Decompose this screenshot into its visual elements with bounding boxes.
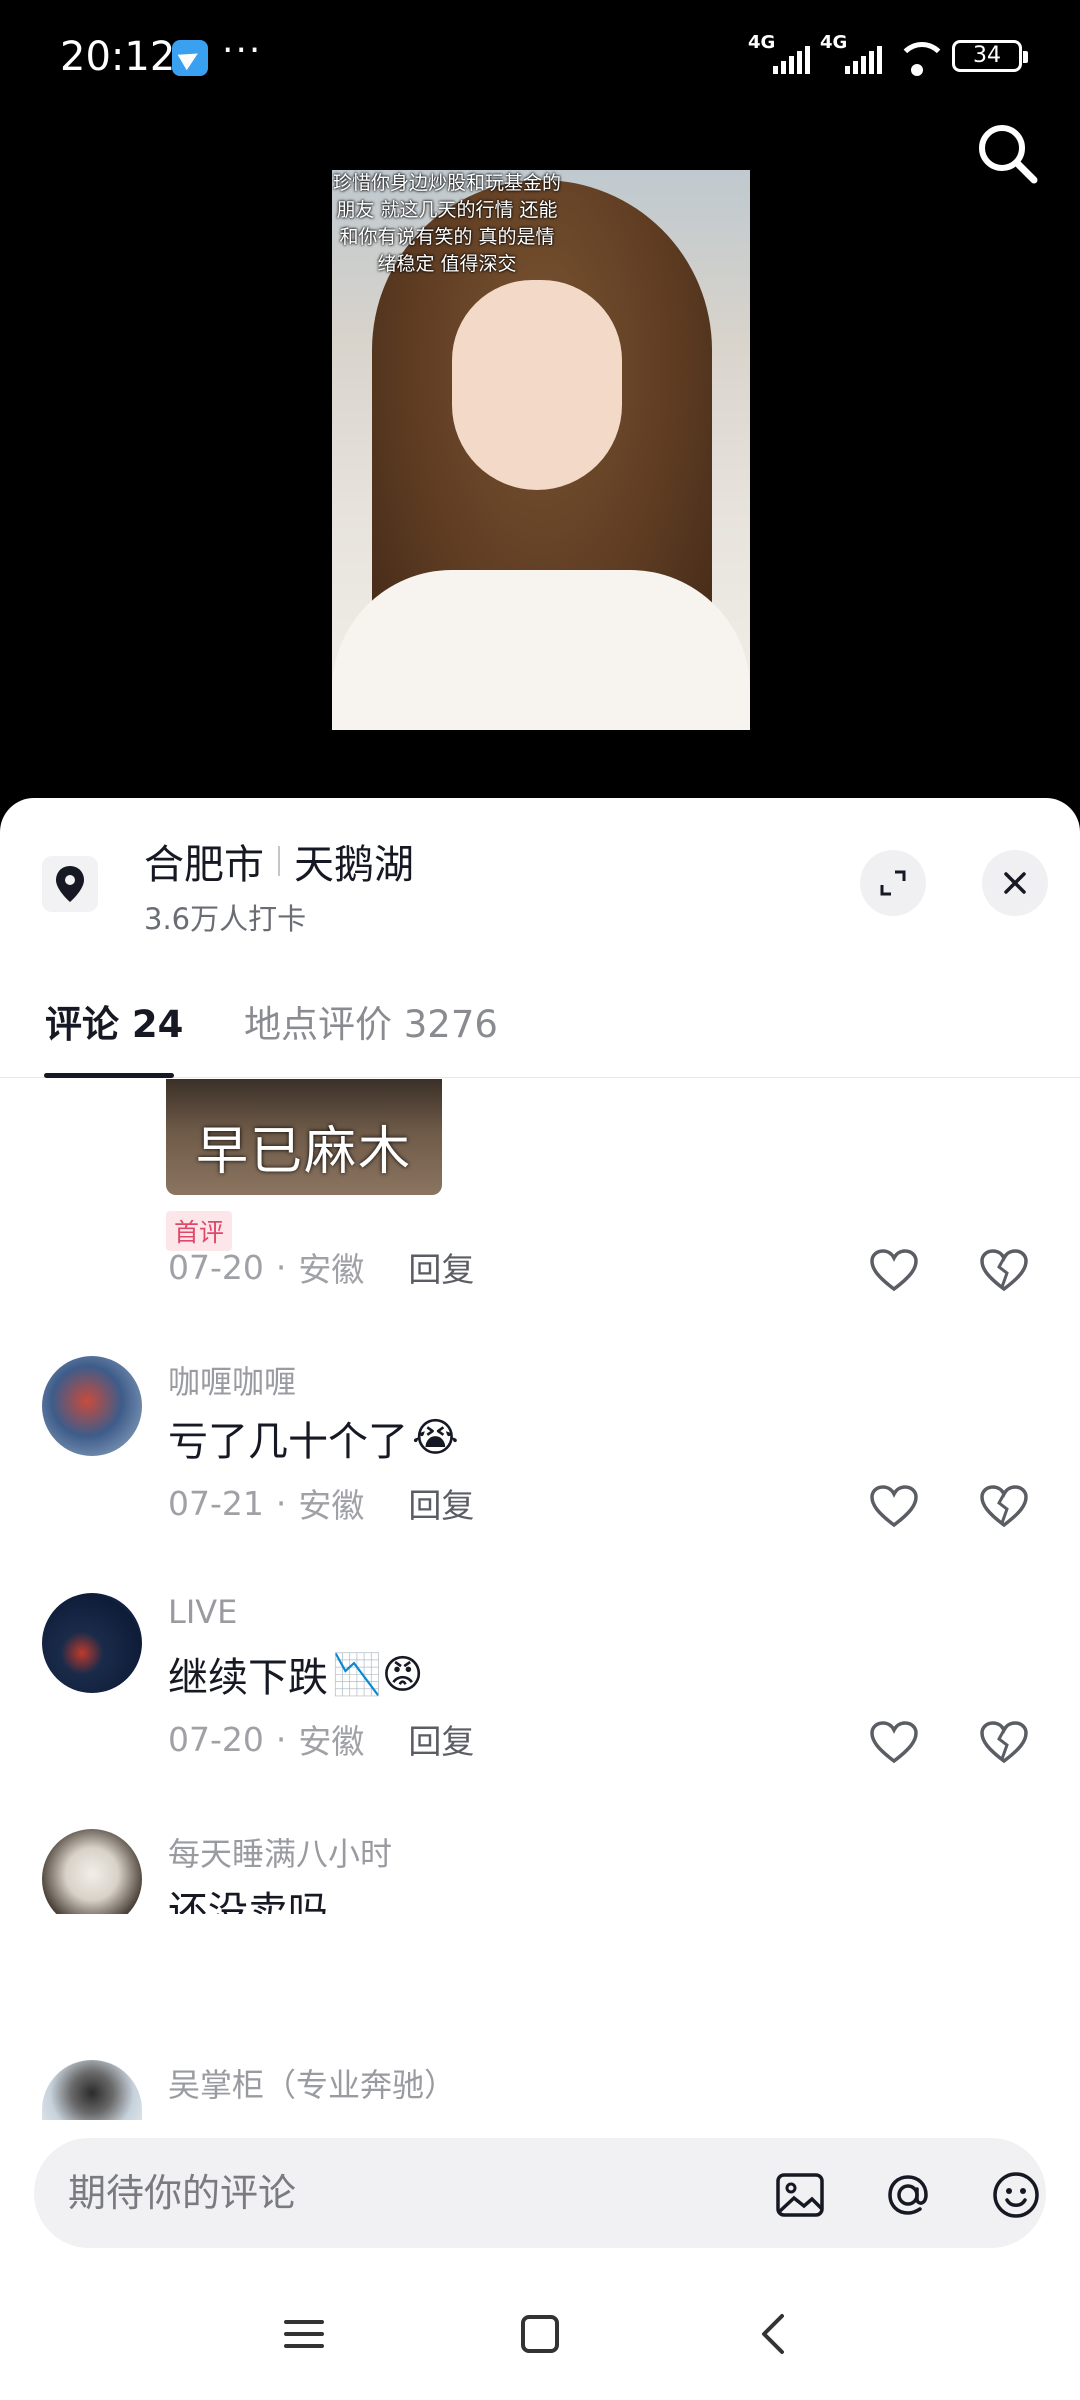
emoji-icon[interactable]	[988, 2167, 1044, 2223]
status-bar: 20:12 ··· 4G 4G 34	[0, 0, 1080, 120]
search-icon	[979, 125, 1038, 184]
crying-laugh-emoji-icon: 😭	[412, 1415, 459, 1461]
video-caption: 珍惜你身边炒股和玩基金的朋友 就这几天的行情 还能和你有说有笑的 真的是情绪稳定…	[332, 172, 561, 275]
avatar[interactable]	[42, 1356, 142, 1456]
comment-region: 安徽	[298, 1486, 365, 1525]
tab-comments[interactable]: 评论 24	[45, 994, 183, 1048]
system-navigation-bar	[0, 2266, 1080, 2400]
comment-text-content: 继续下跌	[168, 1655, 328, 1701]
active-tab-indicator	[44, 1073, 174, 1078]
battery-icon: 34	[952, 40, 1028, 72]
expand-button[interactable]	[860, 850, 926, 916]
location-header: 合肥市 天鹅湖 3.6万人打卡	[0, 798, 1080, 958]
heart-icon[interactable]	[868, 1483, 920, 1529]
meta-separator: ·	[275, 1483, 287, 1523]
location-sheet: 合肥市 天鹅湖 3.6万人打卡 评论 24 地点评价 3276 早已麻木 首评	[0, 798, 1080, 2400]
location-pin-button	[42, 856, 98, 912]
comment-list[interactable]: 早已麻木 首评 07-20 · 安徽 回复 咖喱咖喱 亏了几十个了 😭 07-2…	[0, 1079, 1080, 1914]
comment-image[interactable]: 早已麻木	[166, 1079, 442, 1195]
telegram-notification-icon	[172, 40, 208, 76]
at-icon[interactable]	[880, 2167, 936, 2223]
comment-username[interactable]: 每天睡满八小时	[168, 1829, 392, 1875]
avatar[interactable]	[42, 1593, 142, 1693]
location-city: 合肥市	[144, 842, 264, 888]
comment-date: 07-21	[168, 1483, 264, 1523]
heart-icon[interactable]	[868, 1719, 920, 1765]
image-icon[interactable]	[772, 2167, 828, 2223]
network-type-label: 4G	[820, 32, 848, 53]
status-time: 20:12	[60, 34, 176, 80]
comment-input-bar	[34, 2138, 1046, 2248]
network-type-label: 4G	[748, 32, 776, 53]
title-divider	[278, 846, 280, 876]
video-shirt-shape	[332, 570, 750, 730]
video-face-shape	[452, 280, 622, 490]
signal-icon-1: 4G	[748, 32, 810, 74]
comment-input[interactable]	[68, 2160, 708, 2226]
more-notifications-icon: ···	[222, 30, 263, 71]
comment-username[interactable]: LIVE	[168, 1593, 237, 1631]
comment-date: 07-20	[168, 1719, 264, 1759]
broken-heart-icon[interactable]	[978, 1247, 1030, 1293]
signal-icon-2: 4G	[820, 32, 882, 74]
checkin-count: 3.6万人打卡	[144, 902, 307, 936]
comment-text-content: 还没卖吗	[168, 1889, 328, 1914]
comment-region: 安徽	[298, 1722, 365, 1761]
tab-bar: 评论 24 地点评价 3276	[0, 988, 1080, 1078]
meta-separator: ·	[275, 1719, 287, 1759]
location-place: 天鹅湖	[294, 842, 414, 888]
reply-button[interactable]: 回复	[408, 1243, 474, 1291]
reply-button[interactable]: 回复	[408, 1479, 474, 1527]
location-title[interactable]: 合肥市 天鹅湖	[144, 832, 414, 890]
comment-text: 继续下跌 📉😡	[168, 1645, 424, 1703]
close-icon	[1004, 872, 1026, 894]
close-button[interactable]	[982, 850, 1048, 916]
broken-heart-icon[interactable]	[978, 1483, 1030, 1529]
avatar[interactable]	[42, 1829, 142, 1914]
comment-text-content: 亏了几十个了	[168, 1419, 408, 1465]
back-icon[interactable]	[744, 2304, 804, 2364]
meta-separator: ·	[275, 1247, 287, 1287]
expand-icon	[880, 870, 906, 896]
home-icon[interactable]	[510, 2304, 570, 2364]
chart-down-angry-emoji-icon: 📉😡	[332, 1651, 424, 1698]
tab-place-reviews[interactable]: 地点评价 3276	[244, 994, 498, 1048]
comment-username[interactable]: 吴掌柜（专业奔驰）	[168, 2060, 456, 2106]
wifi-icon	[892, 38, 948, 76]
search-button[interactable]	[972, 118, 1042, 188]
comment-text: 亏了几十个了 😭	[168, 1409, 459, 1467]
reply-button[interactable]: 回复	[408, 1715, 474, 1763]
comment-meta: 07-20 · 安徽 回复	[168, 1243, 474, 1291]
comment-meta: 07-20 · 安徽 回复	[168, 1715, 474, 1763]
broken-heart-icon[interactable]	[978, 1719, 1030, 1765]
heart-icon[interactable]	[868, 1247, 920, 1293]
comment-username[interactable]: 咖喱咖喱	[168, 1357, 296, 1403]
video-thumbnail[interactable]: 珍惜你身边炒股和玩基金的朋友 就这几天的行情 还能和你有说有笑的 真的是情绪稳定…	[332, 170, 750, 730]
comment-meta: 07-21 · 安徽 回复	[168, 1479, 474, 1527]
location-pin-icon	[56, 866, 84, 902]
comment-image-text: 早已麻木	[195, 1122, 412, 1182]
comment-text: 还没卖吗	[168, 1879, 328, 1914]
comment-date: 07-20	[168, 1247, 264, 1287]
comment-region: 安徽	[298, 1250, 365, 1289]
menu-icon[interactable]	[274, 2304, 334, 2364]
avatar[interactable]	[42, 2060, 142, 2120]
